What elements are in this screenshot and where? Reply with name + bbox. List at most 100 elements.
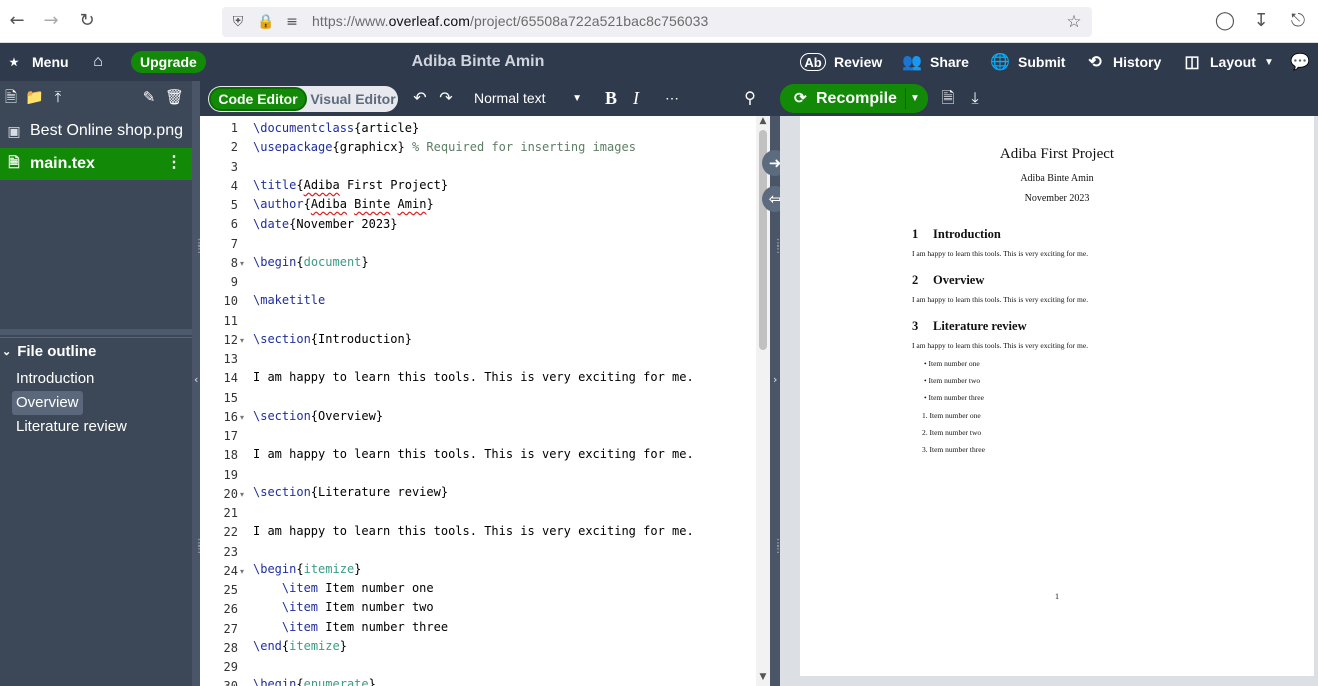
back-icon[interactable]: ← — [4, 8, 30, 34]
submit-label: Submit — [1018, 54, 1066, 70]
review-button[interactable]: Ab Review — [800, 43, 882, 81]
fold-toggle-icon[interactable]: ▾ — [240, 259, 244, 268]
drag-grip-icon[interactable]: ⋮ ⋮ — [773, 239, 783, 255]
rename-pencil-icon[interactable]: ✎ — [140, 89, 158, 107]
fold-toggle-icon[interactable]: ▾ — [240, 490, 244, 499]
menu-button[interactable]: ٭ Menu — [4, 43, 69, 81]
share-button[interactable]: 👥 Share — [902, 43, 969, 81]
line-number: 26 — [223, 602, 238, 617]
upgrade-button[interactable]: Upgrade — [131, 51, 206, 73]
bookmark-star-icon[interactable]: ☆ — [1064, 11, 1084, 33]
search-icon[interactable]: ⚲ — [740, 81, 760, 116]
home-button[interactable]: ⌂ — [88, 43, 108, 81]
file-outline-header[interactable]: ⌄ File outline — [0, 337, 192, 365]
undo-icon[interactable]: ↶ — [410, 81, 430, 116]
line-number: 9 — [230, 275, 238, 289]
download-icon[interactable]: ↧ — [1248, 8, 1274, 34]
new-folder-icon[interactable]: 📁 — [25, 89, 44, 107]
code-line: I am happy to learn this tools. This is … — [253, 524, 694, 538]
sidebar-resize-handle[interactable] — [0, 329, 192, 335]
chat-button[interactable]: 💬 — [1290, 43, 1310, 81]
new-file-icon[interactable]: 🗎 — [2, 89, 20, 107]
visual-editor-toggle[interactable]: Visual Editor — [310, 87, 396, 111]
project-title[interactable]: Adiba Binte Amin — [380, 43, 576, 81]
project-toolbar: ٭ Menu ⌂ Upgrade Adiba Binte Amin Ab Rev… — [0, 43, 1318, 81]
pdf-author: Adiba Binte Amin — [1020, 173, 1094, 184]
caret-down-icon[interactable]: ▼ — [910, 84, 920, 113]
file-item-best-online-shop[interactable]: ▣ Best Online shop.png — [0, 115, 192, 147]
line-number: 10 — [223, 294, 238, 309]
line-number: 3 — [230, 159, 238, 174]
layout-button[interactable]: ◫ Layout ▼ — [1182, 43, 1274, 81]
lock-icon[interactable]: 🔒 — [256, 11, 276, 33]
outline-item-introduction[interactable]: Introduction — [12, 367, 98, 391]
divider — [905, 88, 906, 109]
scroll-up-icon[interactable]: ▲ — [756, 116, 770, 126]
file-menu-icon[interactable]: ⋮ — [166, 152, 182, 172]
delete-trash-icon[interactable]: 🗑 — [165, 89, 184, 107]
line-number: 17 — [223, 429, 238, 443]
line-number: 27 — [223, 621, 238, 636]
code-editor-toggle[interactable]: Code Editor — [209, 87, 307, 111]
refresh-icon: ⟳ — [794, 90, 807, 107]
file-name: main.tex — [30, 155, 95, 172]
fold-toggle-icon[interactable]: ▾ — [240, 567, 244, 576]
code-line: \author{Adiba Binte Amin} — [253, 197, 434, 211]
home-icon: ⌂ — [93, 53, 103, 70]
code-line: \section{Introduction} — [253, 332, 412, 346]
sidebar-splitter[interactable]: ⋮ ⋮ ‹ ⋮ ⋮ — [192, 81, 204, 686]
fold-toggle-icon[interactable]: ▾ — [240, 336, 244, 345]
drag-grip-icon[interactable]: ⋮ ⋮ — [194, 239, 204, 255]
pdf-paragraph: I am happy to learn this tools. This is … — [912, 249, 1089, 258]
shield-icon[interactable]: ⛨ — [228, 11, 248, 33]
fold-toggle-icon[interactable]: ▾ — [240, 413, 244, 422]
history-label: History — [1113, 54, 1162, 70]
layout-label: Layout — [1210, 54, 1256, 70]
permissions-icon[interactable]: ≡ — [282, 11, 302, 33]
url-bar[interactable]: ⛨ 🔒 ≡ https://www.overleaf.com/project/6… — [222, 7, 1092, 37]
bullet-icon: • — [924, 376, 927, 385]
extensions-icon[interactable]: ⎋ — [1285, 8, 1311, 34]
drag-grip-icon[interactable]: ⋮ ⋮ — [194, 539, 204, 555]
line-number: 1 — [230, 121, 238, 135]
collapse-right-icon[interactable]: › — [773, 374, 777, 385]
logs-document-icon[interactable]: 🗎 — [938, 81, 958, 116]
outline-item-overview[interactable]: Overview — [12, 391, 83, 415]
upload-icon[interactable]: ⤒ — [49, 89, 67, 107]
layout-icon: ◫ — [1184, 54, 1200, 71]
bullet-icon: • — [924, 359, 927, 368]
italic-icon[interactable]: I — [628, 81, 644, 116]
download-pdf-icon[interactable]: ⤓ — [965, 81, 985, 116]
line-number-gutter: 1 2 3 4 5 6 7 8 ▾ 9 10 11 12 ▾ 13 14 15 16 ▾ 17 18 19 20 ▾ 21 22 2… — [200, 116, 248, 686]
line-number: 18 — [223, 448, 238, 463]
file-name: Best Online shop.png — [30, 122, 183, 139]
line-number: 29 — [223, 660, 238, 674]
drag-grip-icon[interactable]: ⋮ ⋮ — [773, 539, 783, 555]
forward-icon[interactable]: → — [38, 8, 64, 34]
code-line: \item Item number one — [281, 581, 434, 595]
collapse-left-icon[interactable]: ‹ — [194, 374, 198, 385]
code-line: \documentclass{article} — [253, 121, 420, 135]
submit-button[interactable]: 🌐 Submit — [990, 43, 1065, 81]
pdf-date: November 2023 — [1024, 193, 1090, 204]
pdf-viewer[interactable]: Adiba First Project Adiba Binte Amin Nov… — [780, 116, 1318, 686]
recompile-button[interactable]: ⟳ Recompile ▼ — [780, 84, 928, 113]
bold-icon[interactable]: B — [602, 81, 620, 116]
more-options-icon[interactable]: ⋯ — [662, 81, 682, 116]
pdf-enum-item: 3. Item number three — [922, 445, 985, 454]
users-icon: 👥 — [902, 54, 922, 71]
line-number: 6 — [230, 217, 238, 232]
url-text[interactable]: https://www.overleaf.com/project/65508a7… — [312, 13, 708, 29]
outline-item-literature-review[interactable]: Literature review — [12, 415, 131, 439]
scroll-down-icon[interactable]: ▼ — [756, 672, 770, 682]
file-item-main-tex[interactable]: 🗎 main.tex ⋮ — [0, 148, 192, 180]
code-line: I am happy to learn this tools. This is … — [253, 370, 694, 384]
line-number: 12 — [223, 332, 238, 347]
code-editor[interactable]: 1 2 3 4 5 6 7 8 ▾ 9 10 11 12 ▾ 13 14 15 16 ▾ 17 18 19 20 ▾ 21 22 2… — [200, 116, 770, 686]
text-style-select[interactable]: Normal text ▼ — [474, 81, 582, 116]
reload-icon[interactable]: ↻ — [74, 8, 100, 34]
history-button[interactable]: ⟲ History — [1085, 43, 1161, 81]
redo-icon[interactable]: ↷ — [436, 81, 456, 116]
pocket-icon[interactable]: ◯ — [1212, 8, 1238, 34]
code-line: \usepackage{graphicx} % Required for ins… — [253, 140, 636, 154]
